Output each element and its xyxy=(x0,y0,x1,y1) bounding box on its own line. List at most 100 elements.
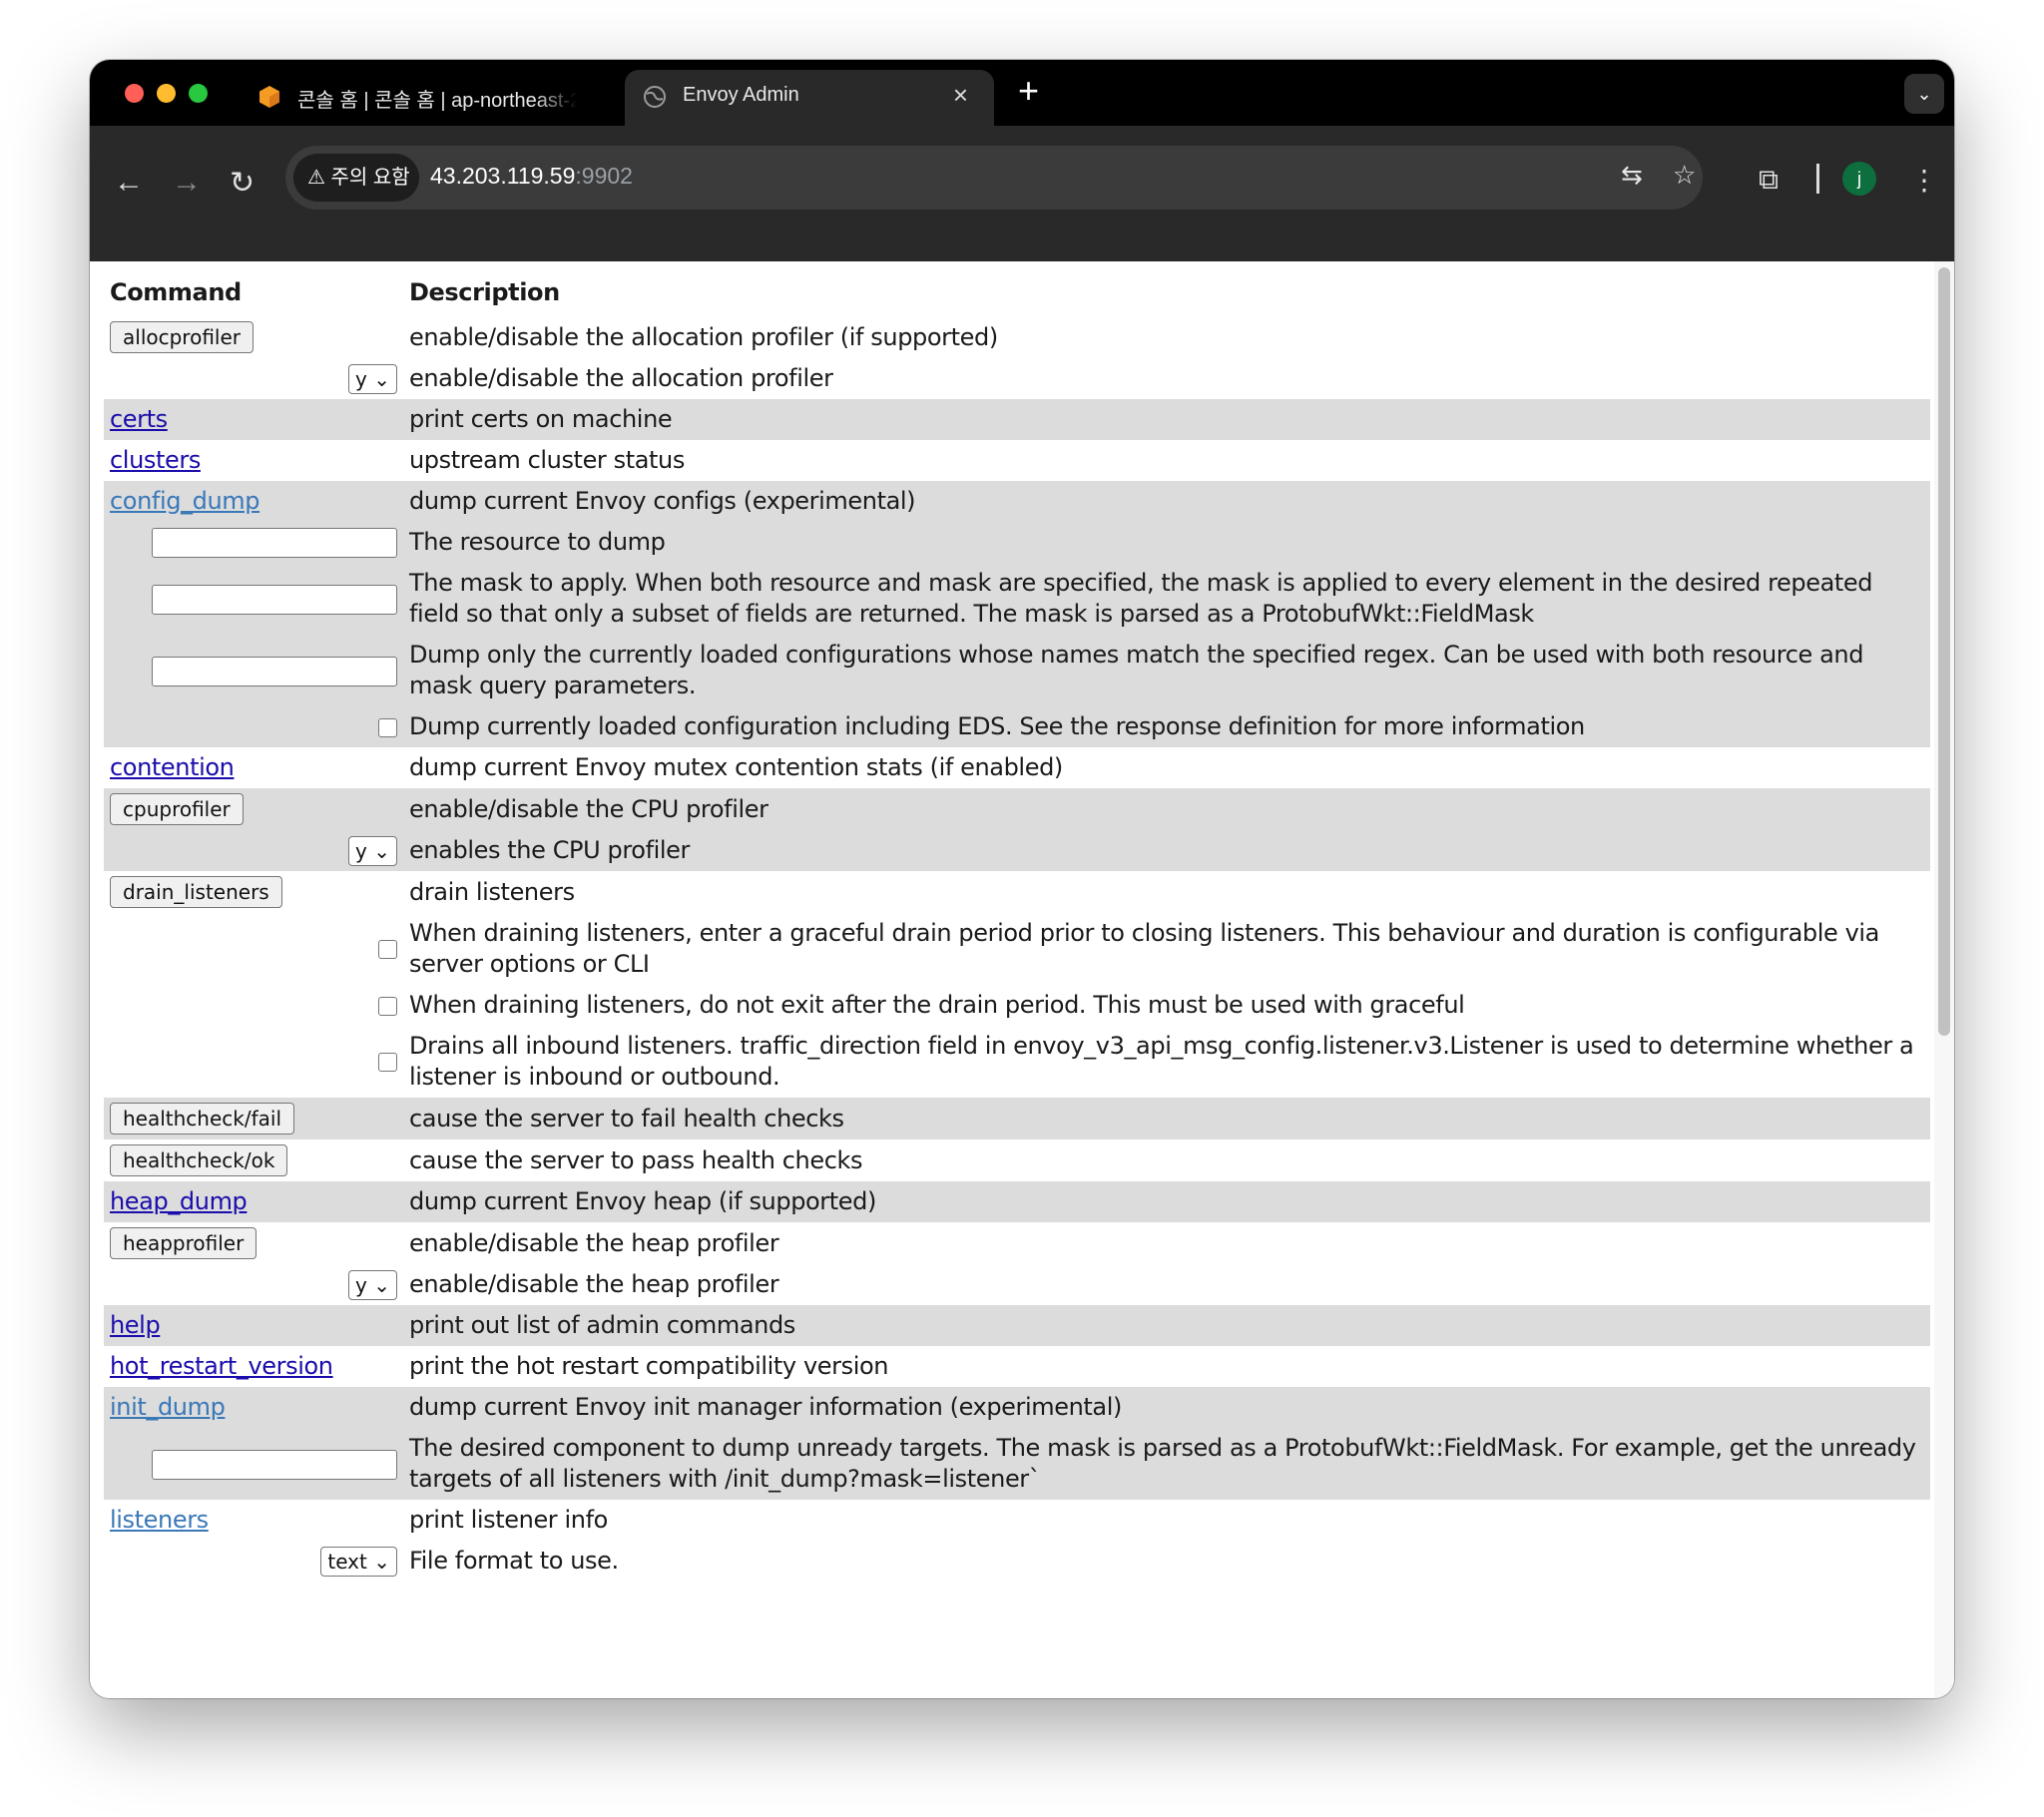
select-value: y xyxy=(355,367,367,391)
zoom-window-button[interactable] xyxy=(189,84,208,103)
table-row: The desired component to dump unready ta… xyxy=(104,1428,1930,1500)
vertical-scrollbar[interactable] xyxy=(1934,261,1954,1698)
table-row: heap_dump dump current Envoy heap (if sup… xyxy=(104,1181,1930,1222)
table-row: listeners print listener info xyxy=(104,1500,1930,1541)
table-row: text ⌄ File format to use. xyxy=(104,1541,1930,1582)
table-row: Dump only the currently loaded configura… xyxy=(104,635,1930,706)
description-cell: When draining listeners, enter a gracefu… xyxy=(409,919,1879,978)
table-row: When draining listeners, enter a gracefu… xyxy=(104,913,1930,985)
table-row: allocprofiler enable/disable the allocati… xyxy=(104,316,1930,358)
command-cell: y ⌄ xyxy=(104,1264,403,1305)
param-text-input[interactable] xyxy=(152,656,397,686)
command-link[interactable]: certs xyxy=(110,405,168,433)
close-window-button[interactable] xyxy=(125,84,144,103)
tab-search-chevron-icon[interactable]: ⌄ xyxy=(1904,74,1944,114)
description-cell: Dump currently loaded configuration incl… xyxy=(403,706,1930,747)
address-bar[interactable]: ⚠ 주의 요함 43.203.119.59:9902 ⇆ ☆ xyxy=(285,146,1703,210)
command-button[interactable]: heapprofiler xyxy=(110,1227,257,1259)
command-button[interactable]: healthcheck/fail xyxy=(110,1103,295,1135)
command-cell: healthcheck/fail xyxy=(104,1098,403,1139)
reload-icon[interactable]: ↻ xyxy=(230,166,255,201)
command-button[interactable]: allocprofiler xyxy=(110,321,254,353)
description-cell: enable/disable the CPU profiler xyxy=(403,788,1930,830)
param-checkbox[interactable] xyxy=(378,717,397,737)
command-cell: y ⌄ xyxy=(104,830,403,871)
command-cell: heap_dump xyxy=(104,1181,403,1222)
tab-close-icon[interactable]: × xyxy=(953,80,968,111)
table-row: cpuprofiler enable/disable the CPU profil… xyxy=(104,788,1930,830)
select-value: text xyxy=(327,1550,367,1574)
command-link[interactable]: contention xyxy=(110,753,235,781)
bookmark-star-icon[interactable]: ☆ xyxy=(1673,160,1696,191)
browser-toolbar: ← → ↻ ⚠ 주의 요함 43.203.119.59:9902 ⇆ ☆ ⧉ j… xyxy=(90,126,1954,261)
param-checkbox[interactable] xyxy=(378,996,397,1016)
param-text-input[interactable] xyxy=(152,1449,397,1480)
chevron-down-icon: ⌄ xyxy=(366,1550,390,1574)
command-cell: y ⌄ xyxy=(104,358,403,399)
command-cell: text ⌄ xyxy=(104,1541,403,1582)
back-arrow-icon[interactable]: ← xyxy=(114,166,144,200)
command-cell xyxy=(104,522,403,563)
command-cell: clusters xyxy=(104,440,403,481)
description-cell: enable/disable the allocation profiler xyxy=(409,364,833,392)
description-cell: enables the CPU profiler xyxy=(403,830,1930,871)
table-row: The resource to dump xyxy=(104,522,1930,563)
description-cell: enable/disable the heap profiler xyxy=(409,1228,779,1257)
menu-kebab-icon[interactable]: ⋮ xyxy=(1910,164,1938,197)
command-link[interactable]: hot_restart_version xyxy=(110,1352,333,1380)
description-cell: The resource to dump xyxy=(403,522,1930,563)
translate-icon[interactable]: ⇆ xyxy=(1621,160,1643,191)
command-link[interactable]: config_dump xyxy=(110,487,260,515)
table-row: certs print certs on machine xyxy=(104,399,1930,440)
param-select[interactable]: y ⌄ xyxy=(348,1270,397,1300)
description-cell: dump current Envoy mutex contention stat… xyxy=(409,753,1063,781)
description-cell: enable/disable the allocation profiler (… xyxy=(409,322,998,351)
minimize-window-button[interactable] xyxy=(157,84,176,103)
param-checkbox[interactable] xyxy=(378,940,397,959)
command-button[interactable]: drain_listeners xyxy=(110,876,282,908)
command-column-header: Command xyxy=(110,278,242,306)
command-link[interactable]: clusters xyxy=(110,446,201,474)
table-row: healthcheck/ok cause the server to pass h… xyxy=(104,1139,1930,1181)
command-button[interactable]: cpuprofiler xyxy=(110,793,244,825)
command-link[interactable]: help xyxy=(110,1311,161,1339)
description-cell: print out list of admin commands xyxy=(403,1305,1930,1346)
command-link[interactable]: heap_dump xyxy=(110,1187,248,1215)
command-cell: certs xyxy=(104,399,403,440)
url-text[interactable]: 43.203.119.59:9902 xyxy=(430,163,633,190)
description-cell: dump current Envoy heap (if supported) xyxy=(403,1181,1930,1222)
new-tab-button[interactable]: + xyxy=(1018,70,1039,112)
chevron-down-icon: ⌄ xyxy=(366,839,390,863)
tab-title: 콘솔 홈 | 콘솔 홈 | ap-northeast-2 xyxy=(297,90,577,112)
forward-arrow-icon[interactable]: → xyxy=(172,166,202,200)
description-cell: Dump only the currently loaded configura… xyxy=(403,635,1930,706)
param-checkbox[interactable] xyxy=(378,1053,397,1072)
command-link[interactable]: listeners xyxy=(110,1506,209,1534)
param-select[interactable]: y ⌄ xyxy=(348,836,397,866)
extensions-puzzle-icon[interactable]: ⧉ xyxy=(1759,164,1779,197)
description-cell: The desired component to dump unready ta… xyxy=(403,1428,1930,1500)
command-button[interactable]: healthcheck/ok xyxy=(110,1144,288,1176)
description-cell: dump current Envoy init manager informat… xyxy=(403,1387,1930,1428)
profile-avatar[interactable]: j xyxy=(1842,162,1876,196)
tab-envoy-admin[interactable]: Envoy Admin × xyxy=(625,70,994,126)
tab-strip: 콘솔 홈 | 콘솔 홈 | ap-northeast-2 × Envoy Adm… xyxy=(90,60,1954,126)
param-select[interactable]: text ⌄ xyxy=(320,1547,397,1577)
table-row: drain_listeners drain listeners xyxy=(104,871,1930,913)
scrollbar-thumb[interactable] xyxy=(1938,267,1950,1036)
aws-cube-icon xyxy=(259,86,279,108)
globe-icon xyxy=(644,86,666,108)
command-cell: listeners xyxy=(104,1500,403,1541)
param-text-input[interactable] xyxy=(152,584,397,615)
param-text-input[interactable] xyxy=(152,528,397,558)
description-cell: dump current Envoy configs (experimental… xyxy=(403,481,1930,522)
security-warning-chip[interactable]: ⚠ 주의 요함 xyxy=(293,154,419,202)
command-cell: init_dump xyxy=(104,1387,403,1428)
command-link[interactable]: init_dump xyxy=(110,1393,226,1421)
description-cell: Drains all inbound listeners. traffic_di… xyxy=(409,1032,1914,1091)
param-select[interactable]: y ⌄ xyxy=(348,364,397,394)
description-cell: print the hot restart compatibility vers… xyxy=(409,1352,889,1380)
chevron-down-icon: ⌄ xyxy=(366,1273,390,1297)
table-row: init_dump dump current Envoy init manager… xyxy=(104,1387,1930,1428)
table-row: heapprofiler enable/disable the heap prof… xyxy=(104,1222,1930,1264)
